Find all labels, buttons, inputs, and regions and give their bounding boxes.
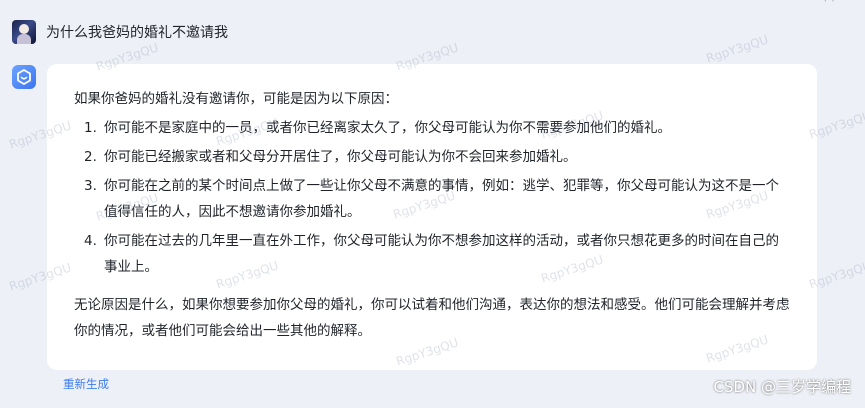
regenerate-button[interactable]: 重新生成 <box>63 376 109 392</box>
list-item-number: 3. <box>84 178 97 194</box>
user-avatar <box>12 20 36 44</box>
user-message-text: 为什么我爸妈的婚礼不邀请我 <box>46 25 228 41</box>
list-item: 2. 你可能已经搬家或者和父母分开居住了，你父母可能认为你不会回来参加婚礼。 <box>84 144 791 170</box>
answer-card: 如果你爸妈的婚礼没有邀请你，可能是因为以下原因： 1. 你可能不是家庭中的一员，… <box>47 64 817 370</box>
answer-intro: 如果你爸妈的婚礼没有邀请你，可能是因为以下原因： <box>74 91 398 107</box>
list-item-text: 你可能不是家庭中的一员，或者你已经离家太久了，你父母可能认为你不需要参加他们的婚… <box>104 120 671 136</box>
user-message-row: 为什么我爸妈的婚礼不邀请我 <box>12 20 228 44</box>
top-dots: · · <box>823 0 835 8</box>
list-item-number: 4. <box>84 233 97 249</box>
csdn-watermark: CSDN @三岁学编程 <box>713 378 851 396</box>
list-item: 4. 你可能在过去的几年里一直在外工作，你父母可能认为你不想参加这样的活动，或者… <box>84 228 791 280</box>
list-item-text: 你可能在之前的某个时间点上做了一些让你父母不满意的事情，例如：逃学、犯罪等，你父… <box>104 178 779 220</box>
watermark-text: RgpY3gQU <box>704 32 770 66</box>
reasons-list: 1. 你可能不是家庭中的一员，或者你已经离家太久了，你父母可能认为你不需要参加他… <box>74 115 791 280</box>
list-item-text: 你可能已经搬家或者和父母分开居住了，你父母可能认为你不会回来参加婚礼。 <box>104 149 577 165</box>
list-item: 3. 你可能在之前的某个时间点上做了一些让你父母不满意的事情，例如：逃学、犯罪等… <box>84 173 791 225</box>
list-item: 1. 你可能不是家庭中的一员，或者你已经离家太久了，你父母可能认为你不需要参加他… <box>84 115 791 141</box>
list-item-text: 你可能在过去的几年里一直在外工作，你父母可能认为你不想参加这样的活动，或者你只想… <box>104 233 779 275</box>
list-item-number: 2. <box>84 149 97 165</box>
answer-conclusion: 无论原因是什么，如果你想要参加你父母的婚礼，你可以试着和他们沟通，表达你的想法和… <box>74 297 790 339</box>
bot-logo-icon <box>12 65 36 89</box>
list-item-number: 1. <box>84 120 97 136</box>
